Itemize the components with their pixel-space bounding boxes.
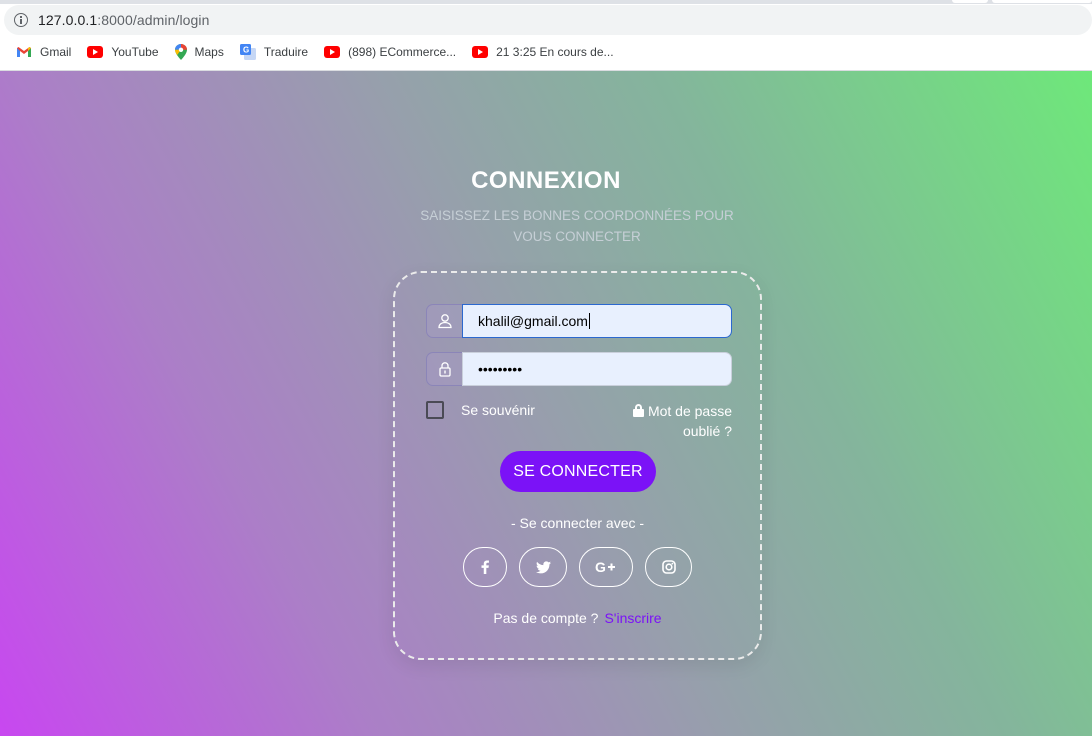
- bookmark-label: YouTube: [111, 45, 159, 59]
- bookmark-label: Maps: [194, 45, 224, 59]
- youtube-icon: [472, 46, 489, 58]
- login-button[interactable]: SE CONNECTER: [500, 451, 656, 492]
- social-caption: - Se connecter avec -: [510, 515, 645, 531]
- facebook-icon: [481, 560, 489, 574]
- bookmarks-bar: Gmail YouTube Maps G Traduire (898) ECom…: [0, 40, 614, 64]
- url-text[interactable]: 127.0.0.1:8000/admin/login: [38, 12, 210, 28]
- remember-me[interactable]: Se souvénir: [426, 401, 535, 419]
- password-input[interactable]: •••••••••: [462, 352, 732, 386]
- password-value: •••••••••: [478, 361, 523, 377]
- google-plus-button[interactable]: G: [579, 547, 633, 587]
- signup-link[interactable]: S'inscrire: [604, 610, 661, 626]
- email-value: khalil@gmail.com: [478, 313, 588, 329]
- lock-icon: [426, 352, 462, 386]
- bookmark-maps[interactable]: Maps: [174, 44, 224, 60]
- remember-checkbox[interactable]: [426, 401, 444, 419]
- svg-text:G: G: [243, 46, 249, 55]
- url-host: 127.0.0.1: [38, 12, 98, 28]
- twitter-icon: [535, 560, 551, 573]
- bookmark-youtube[interactable]: YouTube: [87, 45, 159, 59]
- svg-text:G: G: [595, 560, 606, 574]
- no-account-text: Pas de compte ?: [493, 610, 599, 626]
- remember-label: Se souvénir: [461, 402, 535, 418]
- bookmark-gmail[interactable]: Gmail: [16, 45, 71, 59]
- bookmark-en-cours[interactable]: 21 3:25 En cours de...: [472, 45, 614, 59]
- url-path: :8000/admin/login: [97, 12, 210, 28]
- youtube-icon: [87, 46, 104, 58]
- tab[interactable]: [952, 0, 988, 3]
- address-bar[interactable]: 127.0.0.1:8000/admin/login: [4, 5, 1092, 35]
- instagram-icon: [661, 560, 676, 574]
- login-page: CONNEXION SAISISSEZ LES BONNES COORDONNÉ…: [0, 71, 1092, 736]
- lock-icon: [632, 404, 644, 417]
- instagram-button[interactable]: [645, 547, 692, 587]
- forgot-password-link[interactable]: Mot de passe oublié ?: [610, 401, 732, 441]
- youtube-icon: [324, 46, 341, 58]
- user-icon: [426, 304, 462, 338]
- bookmark-label: Gmail: [40, 45, 72, 59]
- browser-chrome: 127.0.0.1:8000/admin/login Gmail YouTube: [0, 0, 1092, 71]
- signup-row: Pas de compte ? S'inscrire: [395, 610, 760, 626]
- email-field: khalil@gmail.com: [426, 304, 732, 338]
- gmail-icon: [17, 47, 31, 57]
- password-field: •••••••••: [426, 352, 732, 386]
- bookmark-ecommerce[interactable]: (898) ECommerce...: [324, 45, 456, 59]
- translate-icon: G: [239, 44, 256, 60]
- bookmark-label: (898) ECommerce...: [348, 45, 457, 59]
- page-title: CONNEXION: [471, 167, 621, 194]
- bookmark-label: Traduire: [263, 45, 309, 59]
- facebook-button[interactable]: [463, 547, 507, 587]
- bookmark-traduire[interactable]: G Traduire: [239, 44, 309, 60]
- bookmark-label: 21 3:25 En cours de...: [496, 45, 614, 59]
- tab[interactable]: [992, 0, 1092, 3]
- google-plus-icon: G: [595, 560, 615, 574]
- maps-icon: [174, 44, 187, 60]
- email-input[interactable]: khalil@gmail.com: [462, 304, 732, 338]
- page-subtitle: SAISISSEZ LES BONNES COORDONNÉES POUR VO…: [420, 208, 734, 244]
- login-form: khalil@gmail.com ••••••••• Se souvénir M…: [393, 271, 762, 660]
- forgot-password-label: Mot de passe oublié ?: [647, 403, 732, 439]
- site-info-icon[interactable]: [14, 13, 28, 27]
- tab-strip: [0, 0, 1092, 4]
- text-caret: [588, 313, 590, 329]
- twitter-button[interactable]: [519, 547, 567, 587]
